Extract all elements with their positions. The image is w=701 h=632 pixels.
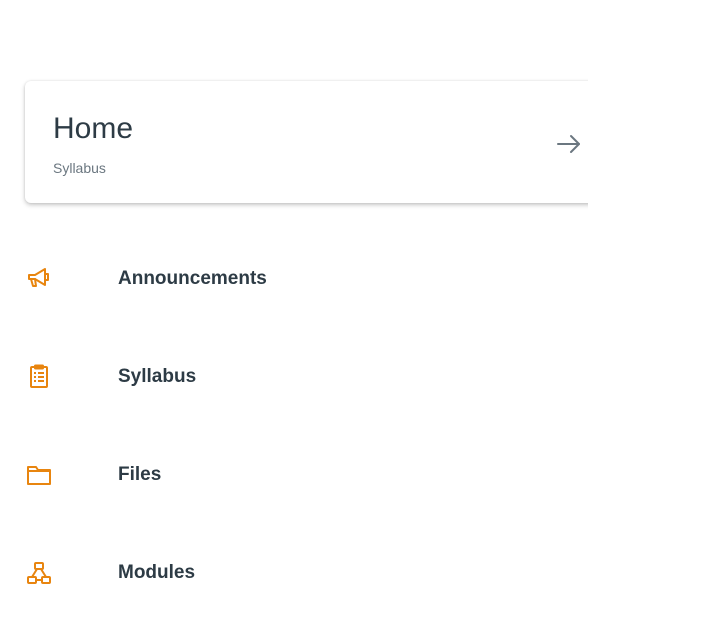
folder-icon — [27, 466, 51, 485]
right-edge-mask — [588, 60, 701, 230]
home-subtitle: Syllabus — [53, 160, 106, 176]
arrow-right-icon[interactable] — [553, 132, 585, 156]
menu-item-announcements[interactable]: Announcements — [0, 249, 588, 309]
menu-item-modules[interactable]: Modules — [0, 543, 588, 603]
menu-label-syllabus: Syllabus — [118, 366, 197, 387]
home-card[interactable]: Home Syllabus — [25, 81, 605, 203]
modules-icon — [27, 562, 51, 584]
menu-label-files: Files — [118, 464, 162, 485]
home-title: Home — [53, 112, 134, 145]
megaphone-icon — [28, 268, 49, 287]
menu-item-syllabus[interactable]: Syllabus — [0, 347, 588, 407]
course-navigation: Home Syllabus Announcements Syllabus Fil… — [0, 0, 701, 632]
syllabus-icon — [30, 364, 48, 388]
menu-label-modules: Modules — [118, 562, 196, 583]
menu-label-announcements: Announcements — [118, 268, 267, 289]
menu-item-files[interactable]: Files — [0, 445, 588, 505]
